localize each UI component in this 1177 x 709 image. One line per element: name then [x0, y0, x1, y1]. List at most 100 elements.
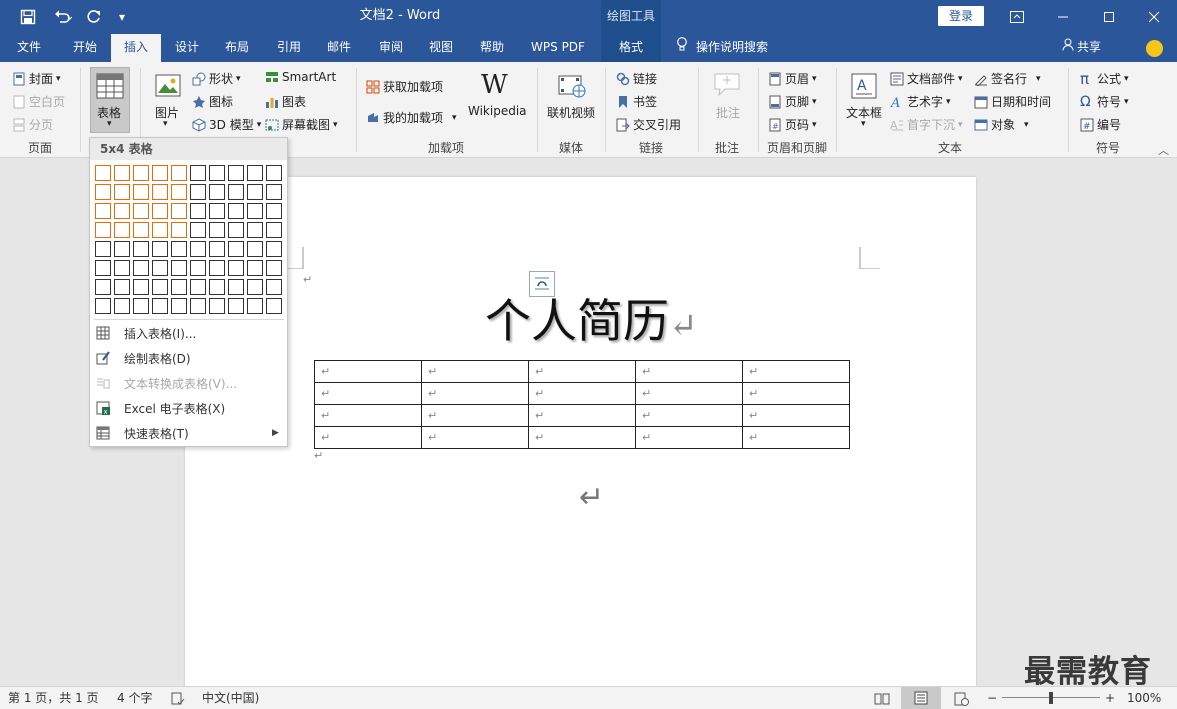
- table-grid-cell[interactable]: [266, 241, 282, 257]
- table-grid-cell[interactable]: [133, 260, 149, 276]
- number-button[interactable]: # 编号: [1080, 116, 1121, 133]
- document-heading[interactable]: 个人简历↵: [485, 285, 698, 351]
- tab-format[interactable]: 格式: [601, 34, 661, 62]
- table-cell[interactable]: ↵: [528, 360, 636, 383]
- table-grid-cell[interactable]: [209, 298, 225, 314]
- my-addins-button[interactable]: 我的加载项 ▾: [366, 109, 457, 126]
- maximize-icon[interactable]: [1086, 0, 1132, 34]
- page-count-status[interactable]: 第 1 页，共 1 页: [8, 687, 99, 709]
- table-grid-cell[interactable]: [228, 279, 244, 295]
- cross-reference-button[interactable]: 交叉引用: [616, 116, 681, 133]
- table-grid-cell[interactable]: [228, 260, 244, 276]
- table-grid-cell[interactable]: [133, 241, 149, 257]
- chart-button[interactable]: 图表: [265, 93, 306, 110]
- table-cell[interactable]: ↵: [528, 382, 636, 405]
- table-grid-cell[interactable]: [266, 222, 282, 238]
- table-grid-cell[interactable]: [228, 241, 244, 257]
- table-grid-cell[interactable]: [133, 222, 149, 238]
- table-grid-cell[interactable]: [190, 260, 206, 276]
- table-grid-cell[interactable]: [247, 298, 263, 314]
- smartart-button[interactable]: SmartArt: [265, 70, 336, 84]
- table-grid-cell[interactable]: [266, 260, 282, 276]
- table-cell[interactable]: ↵: [314, 426, 422, 449]
- table-grid-cell[interactable]: [171, 298, 187, 314]
- table-grid-cell[interactable]: [114, 203, 130, 219]
- table-grid-cell[interactable]: [171, 222, 187, 238]
- tab-references[interactable]: 引用: [266, 34, 312, 62]
- table-grid-cell[interactable]: [247, 279, 263, 295]
- table-cell[interactable]: ↵: [421, 404, 529, 427]
- table-grid-cell[interactable]: [152, 298, 168, 314]
- tab-view[interactable]: 视图: [418, 34, 464, 62]
- quick-tables-menu-item[interactable]: 快速表格(T) ▶: [90, 421, 287, 445]
- wikipedia-button[interactable]: Wikipedia: [468, 104, 527, 118]
- table-grid-cell[interactable]: [190, 222, 206, 238]
- word-count-status[interactable]: 4 个字: [117, 687, 152, 709]
- tell-me-search[interactable]: 操作说明搜索: [676, 34, 768, 62]
- table-grid-cell[interactable]: [95, 241, 111, 257]
- equation-button[interactable]: π 公式 ▾: [1080, 70, 1129, 87]
- language-status[interactable]: 中文(中国): [202, 687, 259, 709]
- table-grid-cell[interactable]: [190, 165, 206, 181]
- zoom-out-button[interactable]: −: [987, 687, 997, 709]
- tab-design[interactable]: 设计: [164, 34, 210, 62]
- table-grid-cell[interactable]: [247, 222, 263, 238]
- table-cell[interactable]: ↵: [742, 426, 850, 449]
- table-grid-cell[interactable]: [95, 279, 111, 295]
- zoom-slider-thumb[interactable]: [1049, 692, 1053, 704]
- minimize-icon[interactable]: [1040, 0, 1086, 34]
- table-grid-cell[interactable]: [247, 260, 263, 276]
- table-cell[interactable]: ↵: [528, 426, 636, 449]
- table-grid-cell[interactable]: [209, 260, 225, 276]
- table-cell[interactable]: ↵: [635, 426, 743, 449]
- tab-review[interactable]: 审阅: [368, 34, 414, 62]
- icons-button[interactable]: 图标: [192, 93, 233, 110]
- table-grid-cell[interactable]: [152, 222, 168, 238]
- table-grid-cell[interactable]: [209, 203, 225, 219]
- table-cell[interactable]: ↵: [742, 404, 850, 427]
- signature-line-button[interactable]: 签名行 ▾: [974, 70, 1041, 87]
- tab-layout[interactable]: 布局: [214, 34, 260, 62]
- table-grid-cell[interactable]: [228, 203, 244, 219]
- table-grid-cell[interactable]: [95, 222, 111, 238]
- table-cell[interactable]: ↵: [635, 404, 743, 427]
- table-grid-cell[interactable]: [152, 184, 168, 200]
- table-grid-cell[interactable]: [95, 260, 111, 276]
- table-grid-cell[interactable]: [209, 222, 225, 238]
- ribbon-display-options-icon[interactable]: [994, 0, 1040, 34]
- bookmark-button[interactable]: 书签: [616, 93, 657, 110]
- insert-table-menu-item[interactable]: 插入表格(I)...: [90, 321, 287, 345]
- get-addins-button[interactable]: 获取加载项: [366, 78, 443, 95]
- table-grid-cell[interactable]: [247, 184, 263, 200]
- table-grid-cell[interactable]: [95, 298, 111, 314]
- table-grid-cell[interactable]: [266, 165, 282, 181]
- table-grid-cell[interactable]: [114, 260, 130, 276]
- shapes-button[interactable]: 形状 ▾: [192, 70, 241, 87]
- table-grid-cell[interactable]: [95, 203, 111, 219]
- table-grid-cell[interactable]: [171, 260, 187, 276]
- table-cell[interactable]: ↵: [314, 404, 422, 427]
- table-grid-cell[interactable]: [133, 279, 149, 295]
- blank-page-button[interactable]: 空白页: [12, 93, 65, 110]
- table-grid-cell[interactable]: [266, 184, 282, 200]
- header-button[interactable]: 页眉 ▾: [768, 70, 817, 87]
- quick-parts-button[interactable]: 文档部件 ▾: [890, 70, 963, 87]
- redo-icon[interactable]: [84, 0, 104, 34]
- proofing-icon[interactable]: [171, 691, 185, 705]
- table-cell[interactable]: ↵: [635, 382, 743, 405]
- table-grid-cell[interactable]: [190, 298, 206, 314]
- table-grid-cell[interactable]: [209, 165, 225, 181]
- table-grid-cell[interactable]: [247, 241, 263, 257]
- table-grid-cell[interactable]: [133, 184, 149, 200]
- table-grid-cell[interactable]: [114, 241, 130, 257]
- table-grid-cell[interactable]: [152, 241, 168, 257]
- tab-home[interactable]: 开始: [62, 34, 108, 62]
- table-grid-cell[interactable]: [171, 184, 187, 200]
- table-grid-cell[interactable]: [133, 165, 149, 181]
- table-grid-cell[interactable]: [133, 203, 149, 219]
- zoom-level[interactable]: 100%: [1127, 687, 1161, 709]
- document-table[interactable]: ↵ ↵ ↵ ↵ ↵ ↵ ↵ ↵ ↵ ↵ ↵ ↵ ↵ ↵ ↵ ↵ ↵ ↵ ↵ ↵: [314, 360, 850, 449]
- table-cell[interactable]: ↵: [314, 360, 422, 383]
- table-grid-cell[interactable]: [114, 279, 130, 295]
- table-grid-cell[interactable]: [152, 165, 168, 181]
